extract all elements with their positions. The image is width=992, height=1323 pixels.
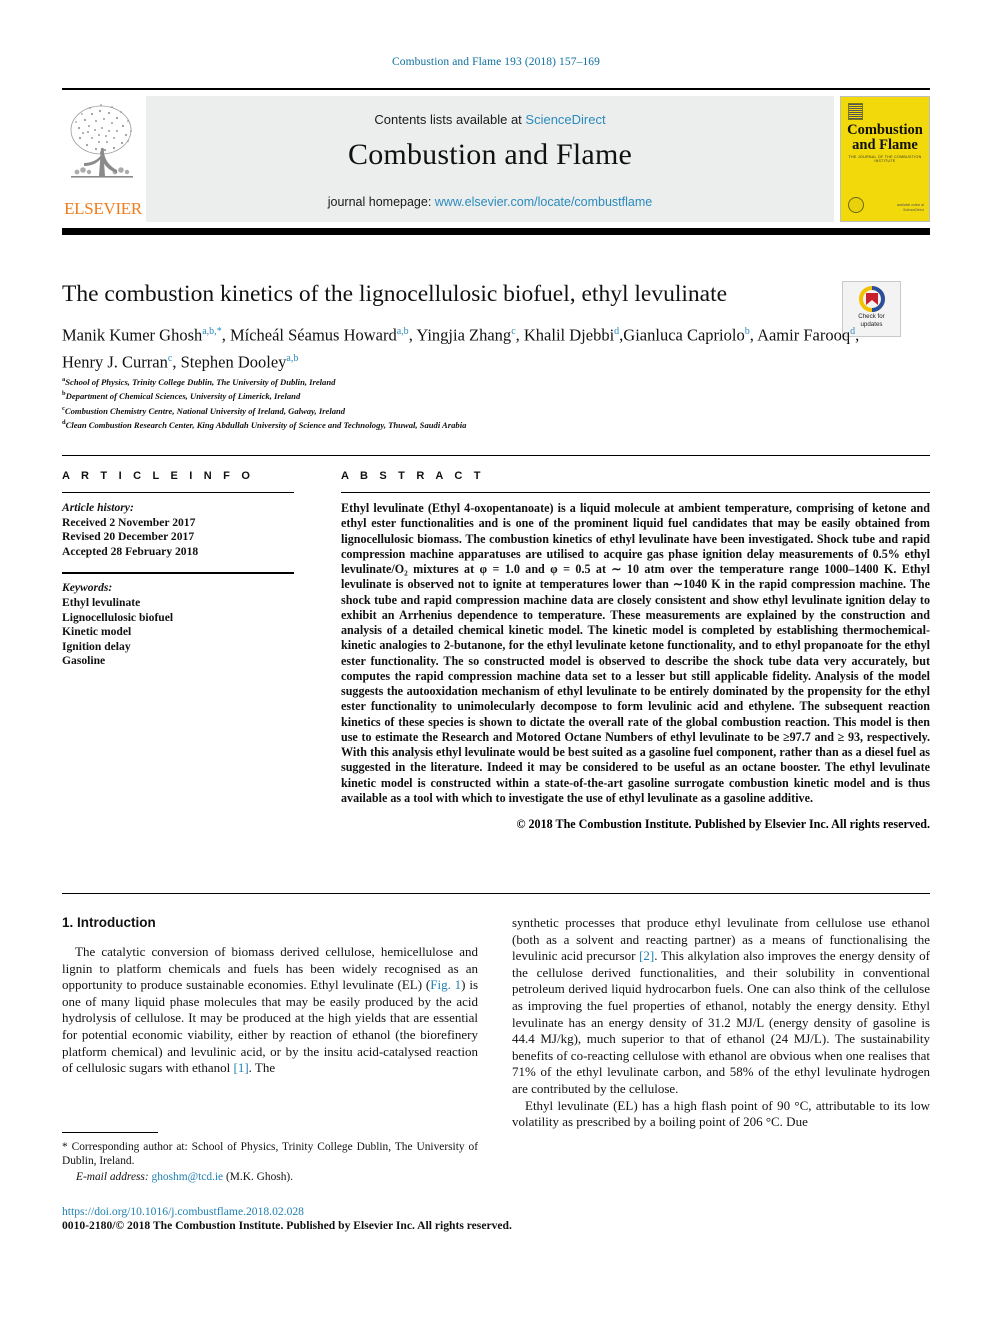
intro-right-text-b: . This alkylation also improves the ener… xyxy=(512,948,930,1096)
reference-2-link[interactable]: [2] xyxy=(639,948,654,963)
keywords-block: Keywords: Ethyl levulinate Lignocellulos… xyxy=(62,581,294,669)
keyword-item: Ignition delay xyxy=(62,639,131,653)
journal-homepage-line: journal homepage: www.elsevier.com/locat… xyxy=(146,195,834,209)
doi-block: https://doi.org/10.1016/j.combustflame.2… xyxy=(62,1205,582,1234)
abstract-bottom-rule xyxy=(62,893,930,894)
article-history-item: Received 2 November 2017 xyxy=(62,515,196,529)
elsevier-tree-icon xyxy=(65,100,139,192)
cover-title-line2: and Flame xyxy=(852,137,918,153)
intro-paragraph-right-2: Ethyl levulinate (EL) has a high flash p… xyxy=(512,1097,930,1130)
journal-homepage-link[interactable]: www.elsevier.com/locate/combustflame xyxy=(435,195,652,209)
affiliation-list: aSchool of Physics, Trinity College Dubl… xyxy=(62,374,922,432)
article-history-item: Revised 20 December 2017 xyxy=(62,530,195,544)
author-list: Manik Kumer Ghosha,b,*, Mícheál Séamus H… xyxy=(62,325,860,372)
author-affiliation-marker: a,b xyxy=(396,326,409,337)
body-column-right: synthetic processes that produce ethyl l… xyxy=(512,915,930,1131)
intro-left-text-c: . The xyxy=(248,1060,276,1076)
issn-copyright-line: 0010-2180/© 2018 The Combustion Institut… xyxy=(62,1219,512,1233)
cover-footer-line2: ScienceDirect xyxy=(903,208,924,212)
masthead-center-panel: Contents lists available at ScienceDirec… xyxy=(146,96,834,222)
abstract-text: Ethyl levulinate (Ethyl 4-oxopentanoate)… xyxy=(341,501,930,805)
article-info-rule-1 xyxy=(62,492,294,493)
keywords-label: Keywords: xyxy=(62,581,113,595)
affiliation-text: Combustion Chemistry Centre, National Un… xyxy=(64,405,346,416)
crossmark-ring-icon xyxy=(858,286,885,312)
corresponding-author-marker[interactable]: * xyxy=(217,326,222,337)
email-label: E-mail address: xyxy=(76,1171,149,1184)
email-link[interactable]: ghoshm@tcd.ie xyxy=(152,1171,224,1183)
affiliation-text: Clean Combustion Research Center, King A… xyxy=(65,420,467,431)
contents-prefix: Contents lists available at xyxy=(374,112,526,127)
author-affiliation-marker: c xyxy=(511,326,516,337)
body-column-left: 1. Introduction The catalytic conversion… xyxy=(62,915,478,1077)
contents-available-line: Contents lists available at ScienceDirec… xyxy=(146,112,834,127)
article-info-rule-2 xyxy=(62,572,294,575)
author-name: Manik Kumer Ghosh xyxy=(62,325,203,345)
cover-title: Combustion and Flame xyxy=(841,123,929,153)
keyword-item: Gasoline xyxy=(62,654,106,668)
masthead-bottom-rule xyxy=(62,228,930,235)
email-note: E-mail address: ghoshm@tcd.ie (M.K. Ghos… xyxy=(62,1170,478,1184)
author-name: Mícheál Séamus Howard xyxy=(229,325,397,345)
cover-title-line1: Combustion xyxy=(847,122,923,138)
abstract-copyright: © 2018 The Combustion Institute. Publish… xyxy=(516,817,930,831)
journal-title: Combustion and Flame xyxy=(348,138,632,171)
figure-1-link[interactable]: Fig. 1 xyxy=(430,977,461,992)
running-head: Combustion and Flame 193 (2018) 157–169 xyxy=(391,56,600,68)
article-info-heading: A R T I C L E I N F O xyxy=(62,470,255,482)
keyword-item: Kinetic model xyxy=(62,625,132,639)
journal-cover-thumbnail[interactable]: Combustion and Flame THE JOURNAL OF THE … xyxy=(840,96,930,222)
email-owner: (M.K. Ghosh). xyxy=(225,1171,294,1184)
intro-paragraph-right-1: synthetic processes that produce ethyl l… xyxy=(512,915,930,1098)
page-title: The combustion kinetics of the lignocell… xyxy=(62,281,728,307)
abstract-rule xyxy=(341,492,930,493)
cover-society-badge-icon xyxy=(848,197,864,213)
affiliation-text: Department of Chemical Sciences, Univers… xyxy=(65,391,301,402)
journal-masthead: ELSEVIER Contents lists available at Sci… xyxy=(62,88,930,225)
author-name: Stephen Dooley xyxy=(180,352,287,371)
affiliation-item: cCombustion Chemistry Centre, National U… xyxy=(62,403,922,417)
article-history-block: Article history: Received 2 November 201… xyxy=(62,501,294,559)
author-affiliation-marker: c xyxy=(167,352,173,364)
author-affiliation-marker: d xyxy=(614,326,620,337)
cover-subtitle: THE JOURNAL OF THE COMBUSTION INSTITUTE xyxy=(848,155,922,163)
affiliation-item: aSchool of Physics, Trinity College Dubl… xyxy=(62,374,922,388)
affiliation-item: dClean Combustion Research Center, King … xyxy=(62,417,922,431)
section-heading-introduction: 1. Introduction xyxy=(62,915,156,930)
sciencedirect-link[interactable]: ScienceDirect xyxy=(525,112,605,127)
reference-1-link[interactable]: [1] xyxy=(234,1060,249,1075)
article-history-item: Accepted 28 February 2018 xyxy=(62,544,199,558)
doi-link[interactable]: https://doi.org/10.1016/j.combustflame.2… xyxy=(62,1205,582,1219)
author-name: Henry J. Curran xyxy=(62,352,168,371)
author-name: Yingjia Zhang xyxy=(416,325,512,345)
footnote-rule xyxy=(62,1132,158,1133)
author-name: Aamir Farooq xyxy=(757,325,851,345)
intro-paragraph-left: The catalytic conversion of biomass deri… xyxy=(62,944,478,1077)
keyword-item: Lignocellulosic biofuel xyxy=(62,610,174,624)
elsevier-logo: ELSEVIER xyxy=(62,96,144,222)
corresponding-author-note: * Corresponding author at: School of Phy… xyxy=(62,1141,478,1168)
footnote-block: * Corresponding author at: School of Phy… xyxy=(62,1132,478,1185)
article-info-column: A R T I C L E I N F O Article history: R… xyxy=(62,470,294,669)
journal-article-page: Combustion and Flame 193 (2018) 157–169 xyxy=(0,0,992,1323)
author-affiliation-marker: a,b, xyxy=(202,326,217,337)
affiliation-item: bDepartment of Chemical Sciences, Univer… xyxy=(62,388,922,402)
author-affiliation-marker: a,b xyxy=(286,352,299,364)
affiliation-text: School of Physics, Trinity College Dubli… xyxy=(65,376,336,387)
article-history-label: Article history: xyxy=(62,501,134,514)
author-affiliation-marker: d xyxy=(850,326,856,337)
author-affiliation-marker: b xyxy=(744,326,750,337)
keyword-item: Ethyl levulinate xyxy=(62,595,141,609)
info-abstract-top-rule xyxy=(62,455,930,456)
author-name: Khalil Djebbi xyxy=(523,325,615,345)
homepage-prefix: journal homepage: xyxy=(327,195,435,209)
author-name: Gianluca Capriolo xyxy=(623,325,745,345)
intro-left-text-a: The catalytic conversion of biomass deri… xyxy=(62,944,478,993)
cover-elsevier-mark-icon xyxy=(848,103,863,120)
elsevier-wordmark: ELSEVIER xyxy=(64,199,142,218)
cover-footer: available online at ScienceDirect xyxy=(897,203,924,213)
abstract-heading: A B S T R A C T xyxy=(341,470,485,482)
abstract-column: A B S T R A C T Ethyl levulinate (Ethyl … xyxy=(341,470,930,832)
